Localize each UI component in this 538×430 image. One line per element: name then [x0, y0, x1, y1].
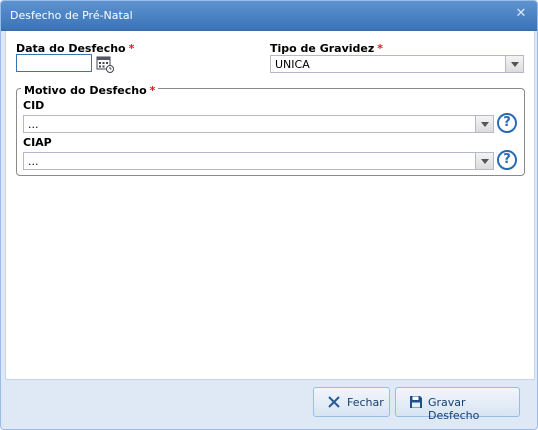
chevron-down-icon[interactable] [475, 116, 493, 132]
reason-legend-text: Motivo do Desfecho [24, 84, 147, 97]
dialog-title: Desfecho de Pré-Natal [10, 9, 133, 22]
required-mark: * [149, 84, 156, 97]
chevron-down-icon[interactable] [475, 153, 493, 169]
ciap-label: CIAP [23, 136, 52, 149]
cid-help-icon[interactable]: ? [497, 113, 517, 133]
ciap-select[interactable]: ... [23, 152, 494, 170]
pregnancy-type-label-text: Tipo de Gravidez [270, 42, 375, 55]
dialog-titlebar[interactable]: Desfecho de Pré-Natal ✕ [1, 1, 537, 31]
cid-value: ... [28, 118, 39, 131]
pregnancy-type-value: UNICA [275, 58, 310, 71]
close-button-label: Fechar [347, 396, 384, 409]
dialog-body: Data do Desfecho * Tipo de Gravidez * UNIC… [5, 31, 535, 380]
date-field[interactable] [16, 54, 92, 72]
pregnancy-type-label: Tipo de Gravidez * [270, 42, 383, 55]
cid-label: CID [23, 99, 45, 112]
pregnancy-type-select[interactable]: UNICA [270, 55, 524, 73]
reason-legend: Motivo do Desfecho * [21, 84, 159, 97]
ciap-value: ... [28, 155, 39, 168]
cid-select[interactable]: ... [23, 115, 494, 133]
floppy-disk-icon [410, 396, 422, 408]
required-mark: * [377, 42, 384, 55]
desfecho-dialog: Desfecho de Pré-Natal ✕ Data do Desfecho… [0, 0, 538, 430]
required-mark: * [128, 42, 135, 55]
calendar-icon[interactable] [96, 55, 114, 73]
close-icon[interactable]: ✕ [514, 7, 528, 21]
chevron-down-icon[interactable] [505, 56, 523, 72]
close-button[interactable]: Fechar [313, 387, 390, 417]
x-icon [328, 396, 340, 408]
save-button-label: Gravar Desfecho [428, 396, 480, 422]
save-button[interactable]: Gravar Desfecho [395, 387, 520, 422]
dialog-footer: Fechar Gravar Desfecho [5, 379, 533, 426]
ciap-help-icon[interactable]: ? [497, 150, 517, 170]
